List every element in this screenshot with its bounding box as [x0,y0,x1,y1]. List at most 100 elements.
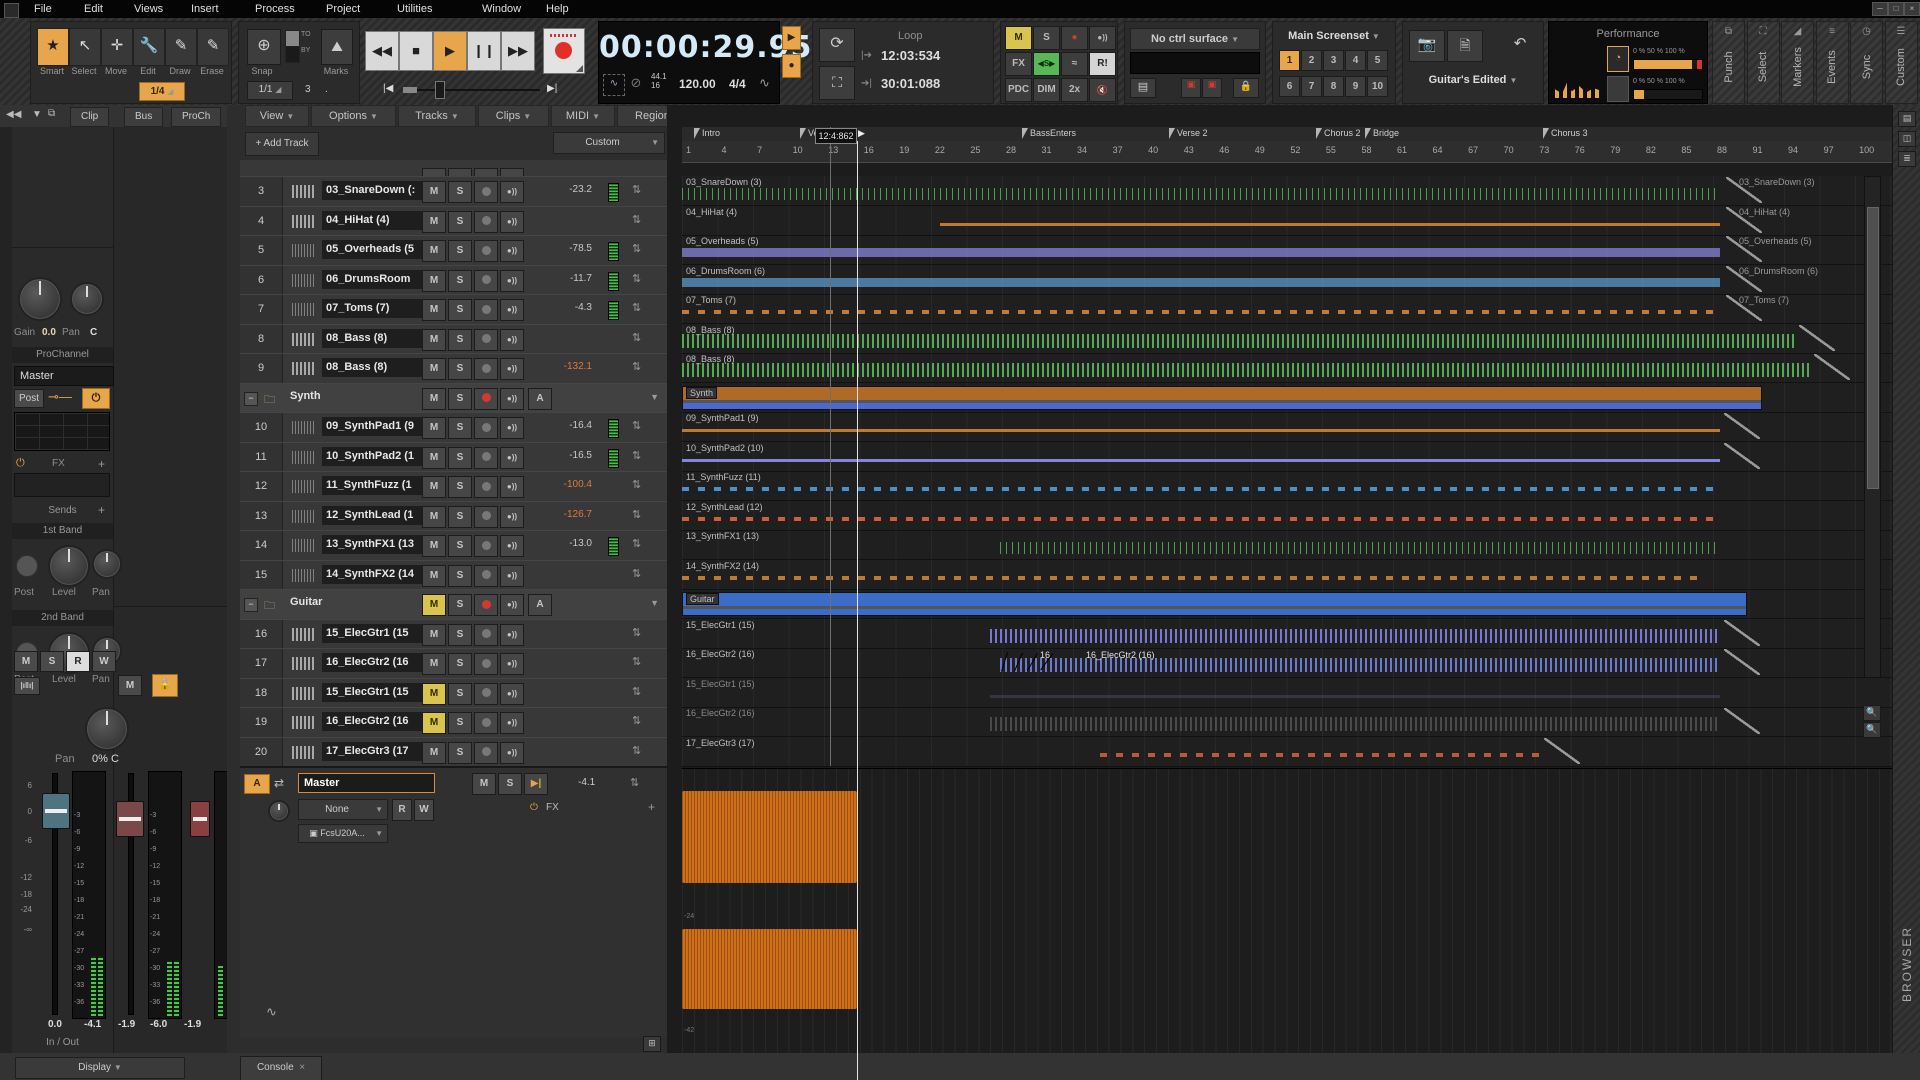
clip-waveform[interactable] [940,223,1720,226]
clip-lane[interactable]: 06_DrumsRoom (6)06_DrumsRoom (6) [682,265,1892,295]
track-trim-icon[interactable]: ⇅ [632,478,641,491]
folder-expand-icon[interactable]: ▼ [650,598,659,608]
loop-start-time[interactable]: 12:03:534 [881,48,940,63]
clip-lane[interactable]: 09_SynthPad1 (9) [682,412,1892,442]
master-waveform-right[interactable] [682,929,857,1009]
clip-lane[interactable]: 16_ElecGtr2 (16)1616_ElecGtr2 (16) [682,648,1892,678]
folder-row-synth[interactable]: −🗀SynthMS●))A▼ [240,383,667,414]
track-name[interactable]: 11_SynthFuzz (1 [322,476,424,495]
track-mute-button[interactable]: M [422,476,446,498]
dropdown-icon[interactable]: ▼ [32,109,42,120]
record-automation-button[interactable]: R! [1089,52,1116,76]
clip-waveform[interactable] [1000,658,1720,672]
mix-mute-button[interactable]: M [1005,26,1032,50]
track-trim-icon[interactable]: ⇅ [632,331,641,344]
send-level-knob[interactable] [48,545,90,587]
folder-automation-button[interactable]: A [528,388,552,410]
screenset-3[interactable]: 3 [1323,50,1344,71]
menu-item-utilities[interactable]: Utilities [389,0,440,18]
record-list-button[interactable]: ● [782,54,801,78]
clip-waveform[interactable] [682,188,1720,200]
time-ruler[interactable]: 1471013161922252831343740434649525558616… [682,141,1892,163]
track-name[interactable]: 08_Bass (8) [322,329,424,348]
master-waveform-left[interactable] [682,791,857,883]
track-name[interactable]: 12_SynthLead (1 [322,506,424,525]
track-row-17[interactable]: 1716_ElecGtr2 (16MS●))⇅ [240,648,667,679]
menu-item-views[interactable]: Views [126,0,171,18]
track-trim-icon[interactable]: ⇅ [632,272,641,285]
display-dropdown[interactable]: Display ▼ [15,1057,185,1079]
snap-to-toggle[interactable] [285,30,300,47]
folder-collapse-icon[interactable]: − [244,392,258,406]
clip-waveform[interactable] [682,278,1720,287]
pdc-button[interactable]: PDC [1005,78,1032,102]
track-solo-button[interactable]: S [448,447,472,469]
clip-lane[interactable]: 10_SynthPad2 (10) [682,442,1892,472]
track-solo-button[interactable]: S [448,712,472,734]
track-trim-icon[interactable]: ⇅ [632,655,641,668]
track-trim-icon[interactable]: ⇅ [632,714,641,727]
clip-lane[interactable]: 08_Bass (8) [682,353,1892,383]
master-volume-value[interactable]: -4.1 [578,777,595,788]
snap-beats[interactable]: 3 [305,84,311,95]
module-tab-custom[interactable]: ☰Custom [1885,21,1918,104]
clip-lane[interactable]: 15_ElecGtr1 (15) [682,619,1892,649]
master-autoscroll-button[interactable]: ▶| [524,773,548,795]
clip-lane[interactable]: 04_HiHat (4)04_HiHat (4) [682,206,1892,236]
prochannel-name[interactable]: Master [14,366,114,386]
screenset-8[interactable]: 8 [1323,76,1344,97]
snap-grid-icon[interactable]: ⊕ [247,29,281,65]
track-record-button[interactable] [474,240,498,262]
inspector-tab-bus[interactable]: Bus [124,107,163,127]
close-button[interactable]: × [1904,2,1920,16]
clip-waveform[interactable] [682,363,1810,377]
clip-waveform[interactable] [990,717,1720,731]
track-echo-button[interactable]: ●)) [500,624,524,646]
master-solo-button[interactable]: S [498,773,522,795]
virtual-keyboard-icon[interactable]: ▤ [1130,78,1156,98]
play-list-button[interactable]: ▶ [782,26,801,50]
erase-tool-button[interactable]: ✎ [197,28,229,66]
folder-row-guitar[interactable]: −🗀GuitarMS●))A▼ [240,589,667,620]
browser-icon-2[interactable]: ≣ [1898,151,1916,167]
fx-power-icon[interactable]: ⏻ [16,457,25,470]
send-pan-knob[interactable] [92,549,122,579]
undo-icon[interactable]: ↶ [1503,30,1537,60]
playhead[interactable] [857,141,858,1080]
tv-menu-clips[interactable]: Clips ▼ [478,105,549,127]
track-name[interactable]: 15_ElecGtr1 (15 [322,683,424,702]
track-name[interactable]: 16_ElecGtr2 (16 [322,712,424,731]
track-record-button[interactable] [474,565,498,587]
master-read-button[interactable]: R [392,799,412,821]
track-echo-button[interactable]: ●)) [500,535,524,557]
track-mute-button[interactable]: M [422,211,446,233]
tv-menu-options[interactable]: Options ▼ [311,105,396,127]
track-record-button[interactable] [474,653,498,675]
metronome-mute-icon[interactable]: ⊘ [626,74,646,94]
track-mute-button[interactable]: M [422,447,446,469]
track-echo-button[interactable]: ●)) [500,712,524,734]
fx-bin[interactable] [14,473,110,497]
metronome-icon[interactable]: ∿ [759,75,770,91]
track-row-12[interactable]: 1211_SynthFuzz (1MS●))-100.4⇅ [240,471,667,502]
track-echo-button[interactable]: ●)) [500,417,524,439]
track-mute-button[interactable]: M [422,742,446,764]
screenset-5[interactable]: 5 [1367,50,1388,71]
track-solo-button[interactable]: S [448,535,472,557]
track-mute-button[interactable]: M [422,712,446,734]
master-fader-handle[interactable] [42,793,70,829]
clip-gain-knob[interactable] [18,277,62,321]
zoom-in-v-button[interactable]: 🔍 [1863,705,1881,721]
folder-record-button[interactable] [474,388,498,410]
clip-lane[interactable]: 16_ElecGtr2 (16) [682,707,1892,737]
folder-collapse-icon[interactable]: − [244,598,258,612]
clip-waveform[interactable] [682,334,1795,348]
track-name[interactable]: 17_ElecGtr3 (17 [322,742,424,761]
add-track-button[interactable]: + Add Track [245,132,319,156]
track-echo-button[interactable]: ●)) [500,270,524,292]
screenset-6[interactable]: 6 [1279,76,1300,97]
menu-item-help[interactable]: Help [538,0,577,18]
input-echo-button[interactable]: ●)) [1089,26,1116,50]
track-record-button[interactable] [474,299,498,321]
mix-solo-button[interactable]: S [1033,26,1060,50]
